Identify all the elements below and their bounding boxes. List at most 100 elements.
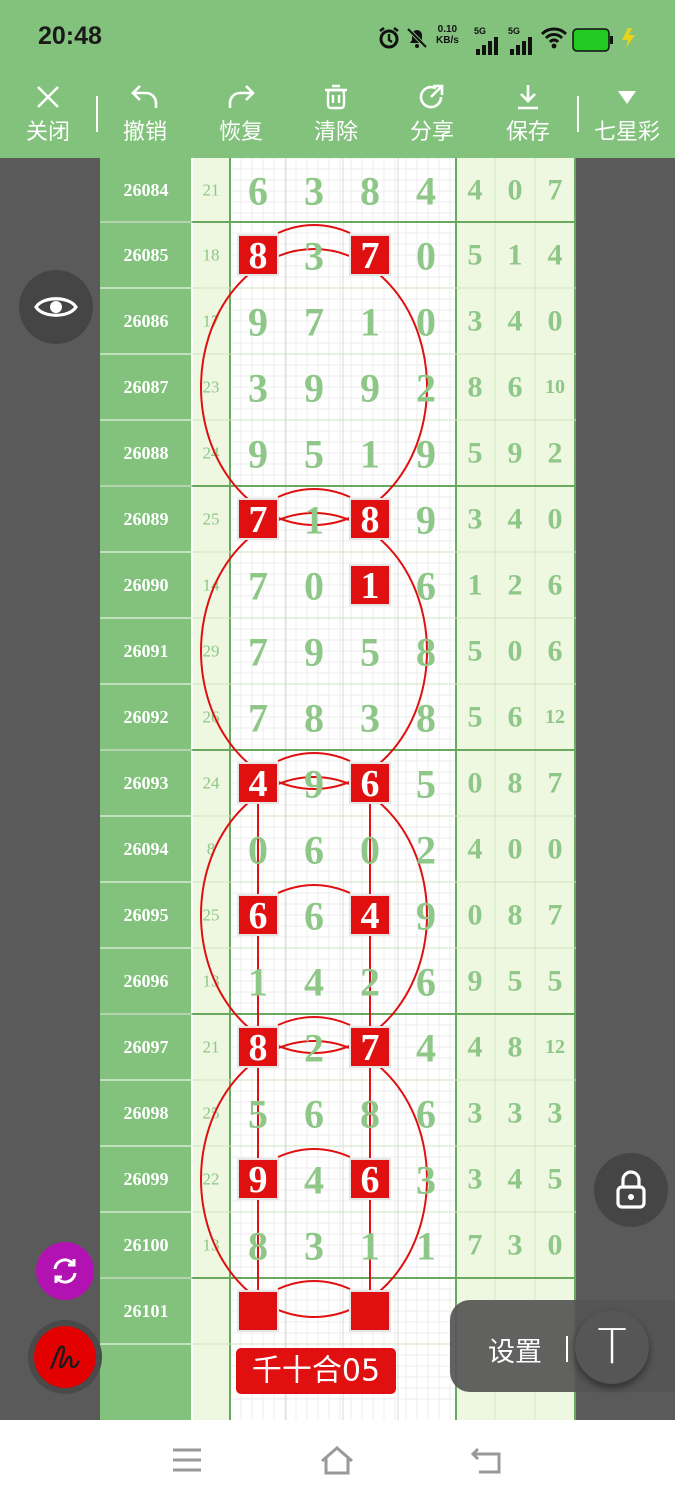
span-value: 5 [468,635,483,668]
digit-value: 3 [248,366,268,411]
text-tool-icon: T [597,1319,627,1375]
span-value: 5 [468,701,483,734]
span-value: 7 [548,899,563,932]
share-label: 分享 [409,120,454,145]
toolbar: 关闭 撤销 恢复 清除 分享 保存 七星彩 [0,76,675,158]
span-value: 0 [548,833,563,866]
issue-number: 26085 [124,245,169,265]
span-value: 0 [508,635,523,668]
clear-button[interactable]: 清除 [291,76,381,158]
highlight-digit: 8 [361,499,380,541]
digit-value: 3 [360,696,380,741]
issue-number: 26101 [124,1301,169,1321]
refresh-icon [53,1258,77,1284]
span-value: 9 [468,965,483,998]
digit-value: 3 [304,169,324,214]
span-value: 4 [468,174,483,207]
battery-icon [572,26,614,54]
menu-icon[interactable] [170,1446,204,1478]
span-value: 8 [508,899,523,932]
undo-label: 撤销 [122,120,167,145]
sum-value: 21 [203,181,220,200]
digit-value: 2 [416,828,436,873]
clear-icon [325,84,347,110]
dropdown-triangle-icon [618,91,636,104]
span-value: 8 [508,1031,523,1064]
span-value: 0 [508,833,523,866]
sum-value: 21 [203,1038,220,1057]
digit-value: 1 [304,498,324,543]
span-value: 4 [508,305,523,338]
issue-number: 26092 [124,707,169,727]
digit-value: 9 [304,630,324,675]
issue-number: 26089 [124,509,169,529]
eye-button[interactable] [19,270,93,344]
highlight-digit: 7 [249,499,268,541]
signature-icon [49,1345,80,1370]
redo-label: 恢复 [218,120,263,145]
redo-button[interactable]: 恢复 [196,76,286,158]
lottery-select-button[interactable]: 七星彩 [582,76,672,158]
net-speed: 0.10 KB/s [436,24,459,46]
system-nav-bar [0,1420,675,1500]
digit-value: 8 [416,630,436,675]
signal-icon [474,32,502,60]
save-button[interactable]: 保存 [483,76,573,158]
pen-button-outer[interactable] [28,1320,102,1394]
highlight-digit: 1 [361,565,380,607]
highlight-digit: 4 [361,895,380,937]
close-button[interactable]: 关闭 [3,76,93,158]
digit-value: 0 [416,234,436,279]
sum-value: 25 [203,510,220,529]
digit-value: 4 [304,1158,324,1203]
home-icon[interactable] [319,1444,355,1480]
sum-value: 23 [203,378,220,397]
close-label: 关闭 [25,120,70,145]
span-value: 2 [508,569,523,602]
pen-button[interactable] [34,1326,96,1388]
issue-number: 26097 [124,1037,169,1057]
span-value: 4 [508,1163,523,1196]
share-button[interactable]: 分享 [387,76,477,158]
digit-value: 8 [304,696,324,741]
settings-button[interactable]: 设置 [488,1330,542,1369]
digit-value: 4 [416,1026,436,1071]
digit-value: 9 [304,366,324,411]
highlight-digit: 7 [361,1027,380,1069]
eye-icon [34,297,78,317]
redo-icon [228,85,255,108]
refresh-button[interactable] [36,1242,94,1300]
digit-value: 7 [304,300,324,345]
lock-button[interactable] [594,1153,668,1227]
text-tool-button[interactable]: T [575,1310,649,1384]
span-value: 4 [508,503,523,536]
close-icon [37,86,59,108]
digit-value: 2 [416,366,436,411]
span-value: 2 [548,437,563,470]
issue-number: 26094 [124,839,169,859]
span-value: 5 [508,965,523,998]
highlight-digit: 6 [361,1159,380,1201]
highlight-digit: 4 [249,763,268,805]
alarm-icon [376,24,402,52]
digit-value: 9 [416,894,436,939]
digit-value: 0 [248,828,268,873]
digit-value: 5 [248,1092,268,1137]
undo-button[interactable]: 撤销 [100,76,190,158]
clear-label: 清除 [313,120,358,145]
digit-value: 5 [416,762,436,807]
digit-value: 0 [416,300,436,345]
save-label: 保存 [505,120,550,145]
trend-chart[interactable]: 26084 21 4 0 726085 18 5 1 426086 17 3 4 026087 23 8 6 1… [100,158,576,1420]
issue-number: 26099 [124,1169,169,1189]
back-icon[interactable] [470,1446,504,1480]
status-bar: 20:48 0.10 KB/s 5G 5G [0,0,675,76]
digit-value: 6 [416,564,436,609]
lottery-label: 七星彩 [593,120,660,145]
issue-number: 26088 [124,443,169,463]
issue-number: 26090 [124,575,169,595]
digit-value: 9 [416,498,436,543]
digit-value: 0 [304,564,324,609]
digit-value: 6 [304,1092,324,1137]
digit-value: 7 [248,630,268,675]
